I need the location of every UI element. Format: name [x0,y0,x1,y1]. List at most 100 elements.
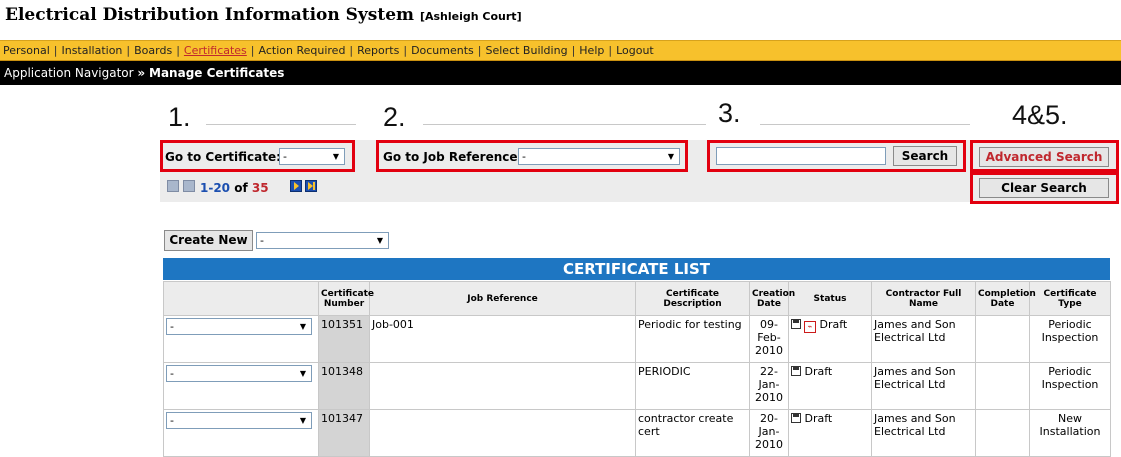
certificate-table: Certificate Number Job Reference Certifica… [163,281,1111,457]
go-to-job-reference-select[interactable]: - ▼ [518,148,680,165]
certificate-number[interactable]: 101347 [318,409,370,457]
divider-2 [423,124,706,125]
prev-page-icon[interactable] [183,180,195,192]
divider-3 [760,124,970,125]
menu-separator: | [176,44,180,57]
menu-separator: | [53,44,58,57]
column-header[interactable]: Certificate Description [635,281,750,316]
row-action-select[interactable]: - ▼ [166,365,312,382]
column-header[interactable]: Completion Date [975,281,1036,316]
divider-1 [206,124,356,125]
completion-date [975,315,1030,363]
row-action-cell: - ▼ [163,409,319,457]
pdf-icon[interactable]: ⌁ [804,321,816,333]
next-page-icon[interactable] [290,180,302,192]
menu-item-personal[interactable]: Personal [3,44,50,57]
certificate-number[interactable]: 101351 [318,315,370,363]
breadcrumb: Application Navigator » Manage Certifica… [4,66,284,80]
row-action-select[interactable]: - ▼ [166,412,312,429]
row-action-select[interactable]: - ▼ [166,318,312,335]
save-icon[interactable] [791,366,801,376]
page-of: of [234,181,248,195]
annotation-4-5: 4&5. [1012,100,1068,130]
chevron-down-icon: ▼ [376,236,384,245]
annotation-3: 3. [718,98,741,128]
row-action-cell: - ▼ [163,362,319,410]
table-row: - ▼ 101351 Job-001 Periodic for testing 09-Fe… [163,315,1111,363]
first-page-icon[interactable] [167,180,179,192]
certificate-number[interactable]: 101348 [318,362,370,410]
menu-item-reports[interactable]: Reports [357,44,399,57]
search-input[interactable] [716,147,886,165]
menu-separator: | [250,44,255,57]
certificate-list-title: CERTIFICATE LIST [163,258,1110,280]
create-new-value: - [260,234,264,247]
go-to-job-reference-label: Go to Job Reference: [383,150,523,164]
contractor-name: James and Son Electrical Ltd [871,315,976,363]
chevron-down-icon: ▼ [667,152,675,161]
pagination-label: 1-20 of 35 [200,181,269,195]
save-icon[interactable] [791,319,801,329]
menu-item-documents[interactable]: Documents [411,44,474,57]
create-new-button[interactable]: Create New [164,230,253,251]
certificate-description: PERIODIC [635,362,750,410]
chevron-down-icon: ▼ [299,369,307,378]
creation-date: 22-Jan-2010 [749,362,789,410]
status-text: Draft [804,365,833,378]
job-reference [369,409,636,457]
table-row: - ▼ 101348 PERIODIC 22-Jan-2010 Draft James a… [163,362,1111,410]
breadcrumb-root[interactable]: Application Navigator [4,66,134,80]
row-action-value: - [170,414,174,427]
column-header[interactable]: Job Reference [369,281,636,316]
menu-item-help[interactable]: Help [579,44,604,57]
menu-separator: | [477,44,482,57]
completion-date [975,409,1030,457]
column-header[interactable]: Certificate Number [318,281,374,316]
menu-item-select-building[interactable]: Select Building [486,44,568,57]
menu-item-certificates[interactable]: Certificates [184,44,247,57]
create-new-select[interactable]: - ▼ [256,232,389,249]
go-to-certificate-value: - [283,150,287,163]
certificate-type: Periodic Inspection [1029,362,1111,410]
menu-separator: | [608,44,613,57]
save-icon[interactable] [791,413,801,423]
contractor-name: James and Son Electrical Ltd [871,362,976,410]
job-reference [369,362,636,410]
search-button[interactable]: Search [893,146,957,166]
column-header[interactable]: Status [788,281,872,316]
menu-item-boards[interactable]: Boards [134,44,172,57]
building-name: [Ashleigh Court] [419,10,522,23]
table-body: - ▼ 101351 Job-001 Periodic for testing 09-Fe… [163,315,1111,457]
menu-item-action-required[interactable]: Action Required [259,44,346,57]
menu-item-logout[interactable]: Logout [616,44,654,57]
menu-items: Personal | Installation | Boards | Certificate… [3,44,654,57]
go-to-certificate-label: Go to Certificate: [165,150,281,164]
go-to-certificate-select[interactable]: - ▼ [279,148,345,165]
creation-date: 20-Jan-2010 [749,409,789,457]
advanced-search-button[interactable]: Advanced Search [979,147,1109,167]
main-menu: Personal | Installation | Boards | Certificate… [0,40,1121,61]
row-action-value: - [170,320,174,333]
row-action-cell: - ▼ [163,315,319,363]
row-action-value: - [170,367,174,380]
creation-date: 09-Feb-2010 [749,315,789,363]
last-page-icon[interactable] [305,180,317,192]
clear-search-button[interactable]: Clear Search [979,178,1109,198]
page-total: 35 [251,181,269,195]
column-header[interactable]: Contractor Full Name [871,281,976,316]
status-text: Draft [819,318,848,331]
column-header[interactable]: Certificate Type [1029,281,1111,316]
column-header[interactable]: Creation Date [749,281,795,316]
status-cell: Draft [788,409,872,457]
status-cell: Draft [788,362,872,410]
chevron-down-icon: ▼ [299,322,307,331]
completion-date [975,362,1030,410]
page-range: 1-20 [200,181,231,195]
menu-item-installation[interactable]: Installation [61,44,122,57]
breadcrumb-separator: » [137,66,146,80]
certificate-description: Periodic for testing [635,315,750,363]
certificate-description: contractor create cert [635,409,750,457]
menu-separator: | [126,44,131,57]
app-name: Electrical Distribution Information Syst… [5,5,415,25]
contractor-name: James and Son Electrical Ltd [871,409,976,457]
